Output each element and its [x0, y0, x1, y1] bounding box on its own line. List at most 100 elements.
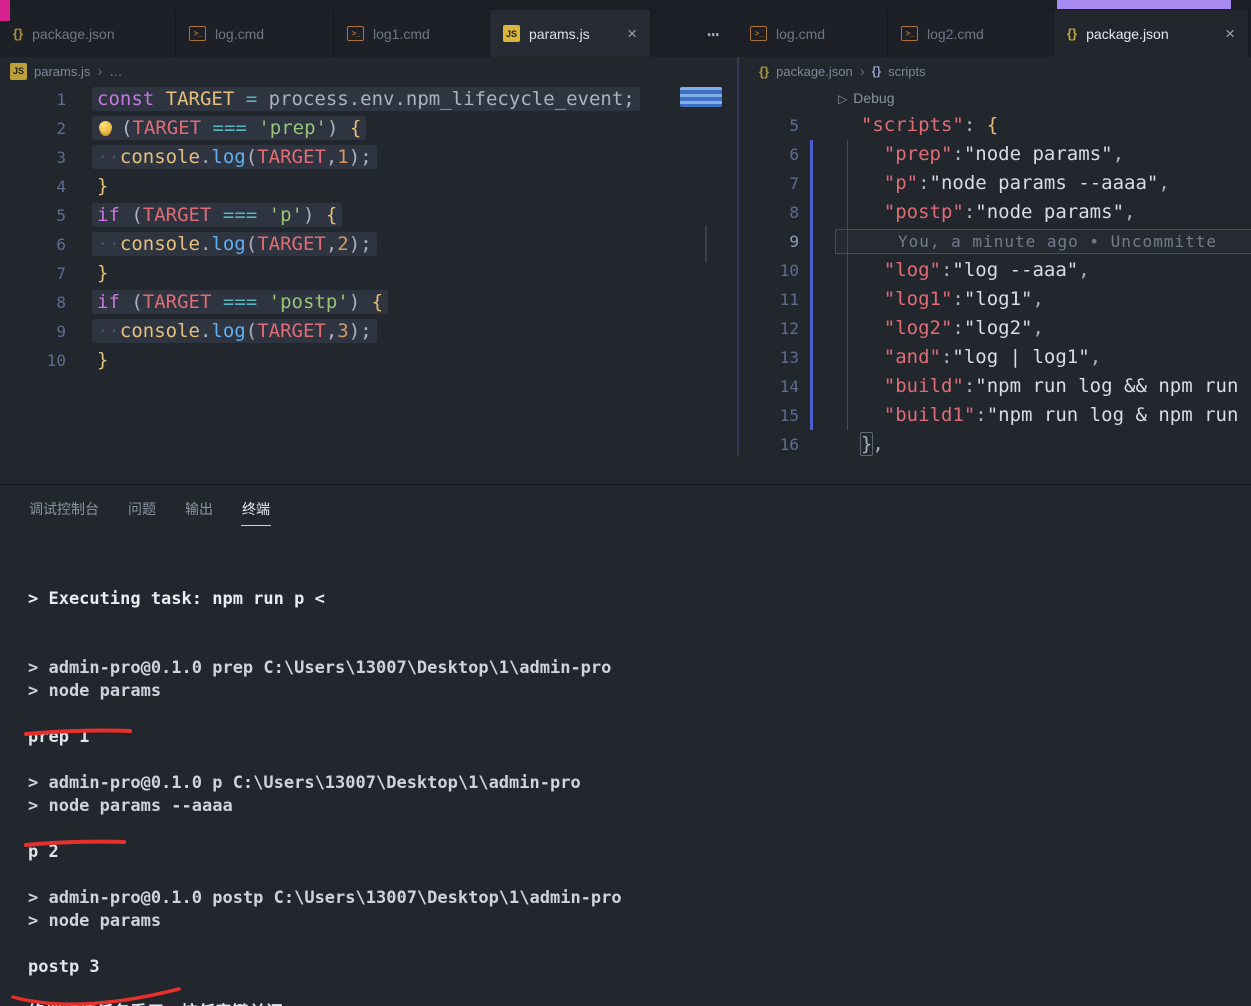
- terminal-line: p 2: [28, 842, 59, 862]
- code-text[interactable]: }: [80, 172, 108, 201]
- code-area-left[interactable]: 1 const TARGET = process.env.npm_lifecycl…: [0, 85, 737, 456]
- line-number: 7: [789, 174, 799, 193]
- code-line: 6 ··console.log(TARGET,2);: [0, 230, 737, 259]
- code-line: 7 "p":"node params --aaaa",: [737, 169, 1251, 198]
- tab-log.cmd[interactable]: >_ log.cmd: [176, 10, 334, 57]
- tab-label: params.js: [529, 25, 590, 42]
- code-text[interactable]: "log":"log --aaa",: [809, 256, 1090, 285]
- chevron-right-icon: ›: [97, 62, 103, 80]
- git-blame-annotation: You, a minute ago • Uncommitte: [835, 229, 1251, 254]
- json-file-icon: {}: [1067, 26, 1078, 41]
- tab-log2.cmd[interactable]: >_ log2.cmd: [888, 10, 1054, 57]
- code-text[interactable]: },: [809, 430, 884, 456]
- breadcrumb-more[interactable]: …: [109, 64, 122, 79]
- code-line: 4}: [0, 172, 737, 201]
- code-line: 10 "log":"log --aaa",: [737, 256, 1251, 285]
- code-line: 11 "log1":"log1",: [737, 285, 1251, 314]
- code-text[interactable]: }: [80, 259, 108, 288]
- terminal-line: > admin-pro@0.1.0 prep C:\Users\13007\De…: [28, 658, 612, 678]
- code-text[interactable]: "scripts": {: [809, 111, 998, 140]
- panel-tab-调试控制台[interactable]: 调试控制台: [28, 485, 100, 533]
- code-text[interactable]: "p":"node params --aaaa",: [809, 169, 1170, 198]
- tab-log.cmd[interactable]: >_ log.cmd: [737, 10, 888, 57]
- code-text[interactable]: "build1":"npm run log & npm run: [809, 401, 1239, 430]
- indent-guide: [847, 140, 848, 430]
- bottom-panel: 调试控制台 问题 输出 终端 > Executing task: npm run p …: [0, 484, 1251, 1006]
- code-text[interactable]: You, a minute ago • Uncommitte: [809, 227, 1251, 256]
- lightbulb-icon[interactable]: [97, 120, 121, 134]
- panel-tab-输出[interactable]: 输出: [184, 485, 214, 533]
- editor-package-json[interactable]: ▷ Debug 5 "scripts": {6 "prep":"node param…: [737, 85, 1251, 484]
- terminal[interactable]: > Executing task: npm run p < > admin-pr…: [0, 533, 1251, 1006]
- code-line: 15 "build1":"npm run log & npm run: [737, 401, 1251, 430]
- tab-label: log2.cmd: [927, 25, 984, 42]
- line-number: 9: [56, 322, 66, 341]
- tab-package.json[interactable]: {} package.json ×: [1054, 10, 1249, 57]
- code-line: 10}: [0, 346, 737, 375]
- line-number: 6: [789, 145, 799, 164]
- code-text[interactable]: "build":"npm run log && npm run: [809, 372, 1239, 401]
- tab-package.json[interactable]: {} package.json: [0, 10, 176, 57]
- scrollbar-thumb[interactable]: [705, 225, 707, 263]
- tab-params.js[interactable]: JS params.js ×: [490, 10, 651, 57]
- code-text[interactable]: (TARGET === 'prep') {: [80, 114, 367, 143]
- code-line: 3 ··console.log(TARGET,1);: [0, 143, 737, 172]
- code-text[interactable]: ··console.log(TARGET,2);: [80, 230, 377, 259]
- code-text[interactable]: const TARGET = process.env.npm_lifecycle…: [80, 85, 640, 114]
- highlight-box: const TARGET = process.env.npm_lifecycle…: [92, 87, 640, 111]
- code-text[interactable]: if (TARGET === 'postp') {: [80, 288, 389, 317]
- editor-params-js[interactable]: 1 const TARGET = process.env.npm_lifecycl…: [0, 85, 737, 484]
- code-text[interactable]: "log1":"log1",: [809, 285, 1044, 314]
- tab-log1.cmd[interactable]: >_ log1.cmd: [334, 10, 490, 57]
- code-line: 7}: [0, 259, 737, 288]
- line-number: 8: [789, 203, 799, 222]
- code-text[interactable]: "prep":"node params",: [809, 140, 1124, 169]
- debug-play-icon: ▷: [838, 92, 848, 106]
- codelens[interactable]: ▷ Debug: [809, 85, 895, 111]
- code-text[interactable]: ··console.log(TARGET,3);: [80, 317, 377, 346]
- code-line: 6 "prep":"node params",: [737, 140, 1251, 169]
- code-text[interactable]: ··console.log(TARGET,1);: [80, 143, 377, 172]
- highlight-box: ··console.log(TARGET,3);: [92, 319, 377, 343]
- cmd-file-icon: >_: [750, 26, 767, 41]
- code-text[interactable]: "postp":"node params",: [809, 198, 1136, 227]
- minimap[interactable]: [680, 87, 722, 107]
- close-icon[interactable]: ×: [627, 25, 637, 42]
- line-number: 12: [779, 319, 799, 338]
- code-text[interactable]: if (TARGET === 'p') {: [80, 201, 343, 230]
- editor-group-divider[interactable]: [737, 57, 739, 456]
- breadcrumb-file[interactable]: params.js: [34, 64, 90, 79]
- code-line: 13 "and":"log | log1",: [737, 343, 1251, 372]
- editors-region: 1 const TARGET = process.env.npm_lifecycl…: [0, 85, 1251, 484]
- breadcrumb-file[interactable]: package.json: [776, 64, 853, 79]
- breadcrumb-symbol[interactable]: scripts: [888, 64, 926, 79]
- code-text[interactable]: }: [80, 346, 108, 375]
- breadcrumb-row: JS params.js › … {} package.json › {} sc…: [0, 57, 1251, 85]
- code-text[interactable]: "log2":"log2",: [809, 314, 1044, 343]
- more-actions-button[interactable]: ⋯: [707, 22, 721, 46]
- line-number: 2: [56, 119, 66, 138]
- code-line: 1 const TARGET = process.env.npm_lifecycl…: [0, 85, 737, 114]
- tab-label: package.json: [1086, 25, 1169, 42]
- panel-tab-终端[interactable]: 终端: [241, 485, 271, 533]
- terminal-line: > node params: [28, 681, 162, 701]
- code-text[interactable]: "and":"log | log1",: [809, 343, 1101, 372]
- terminal-line: > admin-pro@0.1.0 p C:\Users\13007\Deskt…: [28, 773, 581, 793]
- terminal-line: postp 3: [28, 957, 100, 977]
- line-number: 1: [56, 90, 66, 109]
- cmd-file-icon: >_: [347, 26, 364, 41]
- line-number: 7: [56, 264, 66, 283]
- close-icon[interactable]: ×: [1225, 25, 1235, 42]
- code-area-right[interactable]: ▷ Debug 5 "scripts": {6 "prep":"node param…: [737, 85, 1251, 456]
- tab-label: package.json: [32, 25, 115, 42]
- code-line: 12 "log2":"log2",: [737, 314, 1251, 343]
- line-number: 8: [56, 293, 66, 312]
- js-file-icon: JS: [503, 25, 520, 42]
- editor-tab-bar: {} package.json >_ log.cmd >_ log1.cmd JS param…: [0, 10, 1251, 57]
- left-tab-group: {} package.json >_ log.cmd >_ log1.cmd JS param…: [0, 10, 651, 57]
- panel-tab-问题[interactable]: 问题: [127, 485, 157, 533]
